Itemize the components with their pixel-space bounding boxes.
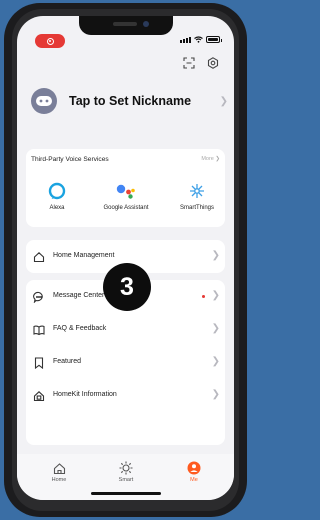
menu-item-faq-feedback[interactable]: FAQ & Feedback ❯ (26, 313, 225, 346)
home-icon (34, 460, 84, 476)
tab-home[interactable]: Home (34, 460, 84, 483)
menu-label: Home Management (53, 252, 115, 259)
tab-label: Home (51, 477, 67, 483)
chevron-right-icon: ❯ (211, 389, 220, 400)
book-icon (33, 323, 45, 336)
service-smartthings[interactable]: SmartThings (162, 179, 232, 211)
service-google-assistant[interactable]: Google Assistant (91, 179, 161, 211)
wifi-icon (194, 36, 203, 43)
tab-me[interactable]: Me (169, 460, 219, 483)
avatar[interactable] (31, 88, 57, 114)
alexa-icon (22, 179, 92, 203)
header-actions (182, 56, 220, 70)
smartthings-icon (162, 179, 232, 203)
notch (79, 16, 173, 35)
chevron-right-icon: ❯ (219, 96, 228, 107)
service-label: SmartThings (179, 205, 214, 211)
unread-indicator (202, 295, 205, 298)
profile-row[interactable]: Tap to Set Nickname ❯ (17, 82, 234, 126)
voice-services-title: Third-Party Voice Services (31, 156, 109, 163)
app-screen: Tap to Set Nickname ❯ Third-Party Voice … (17, 16, 234, 500)
menu-label: Message Center (53, 292, 105, 299)
homekit-icon (33, 389, 45, 402)
chevron-right-icon: ❯ (211, 356, 220, 367)
menu-item-featured[interactable]: Featured ❯ (26, 346, 225, 379)
bookmark-icon (33, 356, 45, 370)
battery-icon (206, 36, 222, 43)
record-icon (46, 37, 54, 45)
tab-label: Smart (118, 477, 134, 483)
status-icons (180, 36, 222, 43)
chevron-right-icon: ❯ (211, 290, 220, 301)
scan-icon[interactable] (182, 56, 196, 70)
service-alexa[interactable]: Alexa (22, 179, 92, 211)
service-label: Google Assistant (103, 205, 149, 211)
cellular-signal-icon (180, 37, 191, 43)
house-icon (33, 250, 45, 263)
step-number-badge: 3 (103, 263, 151, 311)
tab-label: Me (190, 477, 198, 483)
menu-item-homekit[interactable]: HomeKit Information ❯ (26, 379, 225, 412)
more-link[interactable]: More ❯ (201, 156, 220, 162)
front-camera (143, 21, 149, 27)
home-indicator[interactable] (91, 492, 161, 495)
message-icon (33, 290, 45, 304)
voice-services-card: Third-Party Voice Services More ❯ Alexa (26, 149, 225, 227)
service-label: Alexa (49, 205, 65, 211)
more-label: More (201, 156, 214, 162)
profile-icon (169, 460, 219, 476)
menu-label: Featured (53, 358, 82, 365)
settings-icon[interactable] (206, 56, 220, 70)
nickname-label[interactable]: Tap to Set Nickname (69, 94, 191, 108)
sun-icon (101, 460, 151, 476)
tab-smart[interactable]: Smart (101, 460, 151, 483)
menu-label: HomeKit Information (53, 391, 117, 398)
chevron-right-icon: ❯ (211, 323, 220, 334)
menu-label: FAQ & Feedback (53, 325, 107, 332)
screen-recording-indicator[interactable] (35, 34, 65, 48)
chevron-right-icon: ❯ (211, 250, 220, 261)
google-assistant-icon (91, 179, 161, 203)
speaker-grille (113, 22, 137, 26)
